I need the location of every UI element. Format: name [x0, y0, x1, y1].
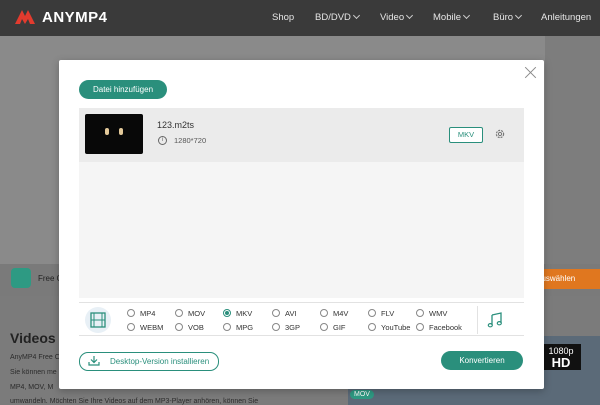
site-header: ANYMP4 Shop BD/DVD Video Mobile Büro Anl… [0, 0, 600, 36]
film-icon [90, 312, 106, 328]
nav-anleitungen[interactable]: Anleitungen [541, 12, 591, 23]
nav-shop[interactable]: Shop [272, 12, 294, 23]
radio-icon [127, 323, 135, 331]
section-text-line: Sie können me [10, 369, 57, 376]
add-file-button[interactable]: Datei hinzufügen [79, 80, 167, 99]
video-format-tab[interactable] [85, 307, 111, 333]
format-option-facebook[interactable]: Facebook [416, 322, 462, 332]
hero-side-image [545, 36, 600, 264]
nav-video[interactable]: Video [380, 11, 414, 23]
format-option-mov[interactable]: MOV [175, 308, 205, 318]
divider [477, 306, 478, 334]
download-icon [88, 356, 100, 366]
chevron-down-icon [406, 11, 414, 20]
radio-icon [368, 323, 376, 331]
site-logo[interactable]: ANYMP4 [14, 8, 108, 26]
format-option-gif[interactable]: GIF [320, 322, 346, 332]
format-option-webm[interactable]: WEBM [127, 322, 163, 332]
radio-icon [223, 323, 231, 331]
format-option-youtube[interactable]: YouTube [368, 322, 410, 332]
format-option-vob[interactable]: VOB [175, 322, 204, 332]
file-resolution: 1280*720 [174, 136, 207, 145]
info-icon[interactable]: i [158, 136, 167, 145]
file-list: 123.m2ts i 1280*720 MKV [79, 108, 524, 298]
format-option-flv[interactable]: FLV [368, 308, 394, 318]
logo-text: ANYMP4 [42, 8, 108, 26]
radio-icon [416, 309, 424, 317]
format-option-wmv[interactable]: WMV [416, 308, 447, 318]
radio-icon [320, 323, 328, 331]
radio-icon [320, 309, 328, 317]
gear-icon[interactable] [494, 128, 506, 140]
convert-button[interactable]: Konvertieren [441, 351, 523, 370]
radio-icon [175, 309, 183, 317]
music-note-icon[interactable] [486, 311, 504, 329]
chevron-down-icon [462, 11, 471, 20]
nav-mobile[interactable]: Mobile [433, 11, 471, 23]
converter-app-icon [11, 268, 31, 288]
section-text-line: umwandeln. Möchten Sie Ihre Videos auf d… [10, 398, 259, 405]
format-option-mp4[interactable]: MP4 [127, 308, 155, 318]
hd-badge: 1080p HD [541, 344, 581, 370]
radio-icon [416, 323, 424, 331]
install-desktop-button[interactable]: Desktop-Version installieren [79, 352, 219, 371]
anymp4-logo-icon [15, 10, 35, 24]
radio-icon [272, 309, 280, 317]
chevron-down-icon [352, 11, 360, 20]
install-button-label: Desktop-Version installieren [110, 357, 210, 366]
mov-tag: MOV [350, 390, 374, 399]
radio-icon [175, 323, 183, 331]
radio-icon [368, 309, 376, 317]
format-option-m4v[interactable]: M4V [320, 308, 348, 318]
file-row: 123.m2ts i 1280*720 MKV [79, 108, 524, 162]
radio-icon [127, 309, 135, 317]
format-selector: MP4 MOV MKV AVI M4V FLV WMV WEBM VOB MPG… [79, 302, 524, 336]
format-option-mkv[interactable]: MKV [223, 308, 252, 318]
file-name: 123.m2ts [157, 120, 195, 130]
converter-dialog: Datei hinzufügen 123.m2ts i 1280*720 MKV [59, 60, 544, 389]
format-option-avi[interactable]: AVI [272, 308, 297, 318]
chevron-down-icon [515, 11, 523, 20]
section-text-line: AnyMP4 Free C [10, 354, 60, 361]
format-option-mpg[interactable]: MPG [223, 322, 253, 332]
nav-bd-dvd[interactable]: BD/DVD [315, 11, 360, 23]
video-thumbnail [85, 114, 143, 154]
section-text-line: MP4, MOV, M [10, 384, 54, 391]
format-option-3gp[interactable]: 3GP [272, 322, 300, 332]
radio-icon [272, 323, 280, 331]
nav-buero[interactable]: Büro [493, 11, 523, 23]
output-format-button[interactable]: MKV [449, 127, 483, 143]
close-icon[interactable] [525, 66, 537, 78]
radio-selected-icon [223, 309, 231, 317]
